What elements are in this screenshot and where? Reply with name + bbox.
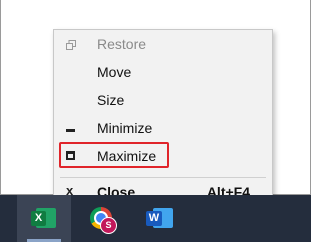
profile-badge: S (100, 217, 117, 234)
taskbar-chrome-button[interactable]: S (74, 195, 128, 242)
menu-item-label: Maximize (97, 148, 157, 164)
minimize-icon (66, 129, 75, 132)
menu-separator (60, 177, 266, 178)
desktop-screen: Restore Move Size Minimize Maximize x Cl… (0, 0, 311, 242)
maximize-icon (66, 151, 75, 160)
excel-icon-letter: X (31, 211, 46, 226)
menu-item-size[interactable]: Size (54, 88, 272, 112)
menu-item-label: Restore (97, 36, 147, 52)
word-icon-letter: W (146, 211, 162, 226)
taskbar-word-button[interactable]: W (131, 195, 185, 242)
taskbar: X S W (0, 195, 311, 242)
restore-icon (66, 40, 76, 50)
menu-item-label: Minimize (97, 120, 153, 136)
window-system-menu: Restore Move Size Minimize Maximize x Cl… (53, 29, 273, 207)
menu-item-restore: Restore (54, 32, 272, 56)
menu-item-label: Move (97, 64, 132, 80)
menu-item-label: Size (97, 92, 125, 108)
taskbar-excel-button[interactable]: X (17, 195, 71, 242)
menu-item-maximize[interactable]: Maximize (54, 144, 272, 168)
menu-item-move[interactable]: Move (54, 60, 272, 84)
menu-item-minimize[interactable]: Minimize (54, 116, 272, 140)
